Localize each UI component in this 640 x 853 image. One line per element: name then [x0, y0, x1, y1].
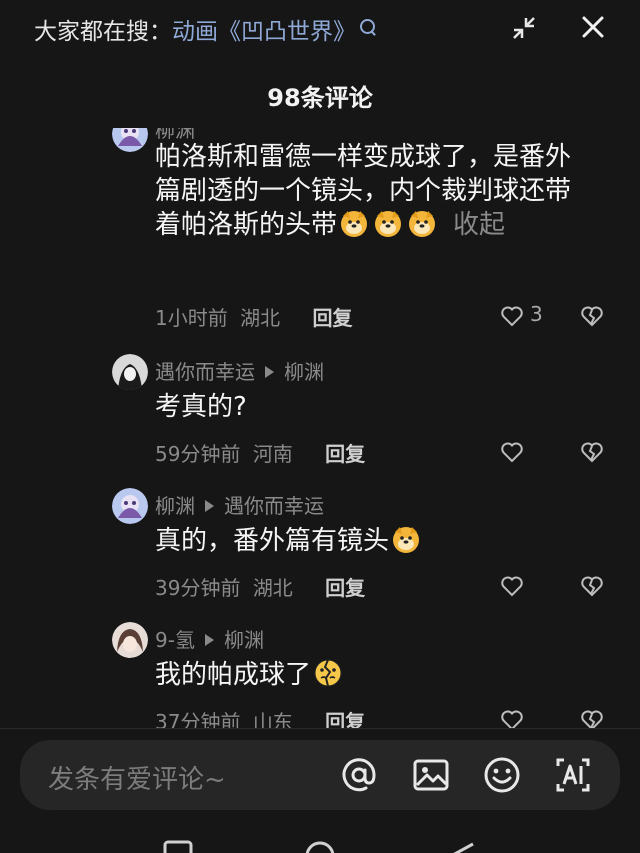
- reply-button[interactable]: 回复: [325, 576, 365, 600]
- comment-text-content: 真的，番外篇有镜头: [155, 526, 390, 556]
- comment-list[interactable]: 柳渊 帕洛斯和雷德一样变成球了，是番外篇剧透的一个镜头，内个裁判球还带着帕洛斯的…: [0, 128, 640, 728]
- composer-divider: [0, 728, 640, 729]
- author-name[interactable]: 9-氢: [155, 628, 195, 652]
- avatar[interactable]: [112, 488, 148, 524]
- comment-text: 帕洛斯和雷德一样变成球了，是番外篇剧透的一个镜头，内个裁判球还带着帕洛斯的头带收…: [155, 140, 595, 242]
- comment-location: 湖北: [252, 576, 293, 600]
- back-icon[interactable]: [447, 830, 477, 853]
- reply-to-name[interactable]: 柳渊: [224, 628, 264, 652]
- comment-author: 9-氢 柳渊: [155, 624, 264, 653]
- search-suggestion-keyword[interactable]: 动画《凹凸世界》: [172, 19, 356, 45]
- doge-emoji: [409, 211, 436, 237]
- doge-emoji: [375, 211, 402, 237]
- search-icon: [360, 19, 375, 34]
- comment-footer: 39分钟前 湖北 回复: [155, 572, 615, 601]
- comment-location: 湖北: [240, 306, 281, 330]
- comment-text: 真的，番外篇有镜头: [155, 524, 595, 558]
- search-suggestion[interactable]: 大家都在搜：动画《凹凸世界》: [34, 12, 375, 46]
- reply-to-name[interactable]: 遇你而幸运: [224, 494, 324, 518]
- broken-heart-icon[interactable]: [580, 304, 604, 328]
- avatar[interactable]: [112, 128, 148, 152]
- comment-location: 山东: [252, 710, 293, 728]
- heart-icon[interactable]: [500, 304, 524, 328]
- broken-heart-icon[interactable]: [580, 708, 604, 728]
- comment-text: 考真的?: [155, 390, 595, 424]
- search-suggestion-prefix: 大家都在搜：: [34, 19, 172, 45]
- broken-heart-icon[interactable]: [580, 574, 604, 598]
- comment-text-content: 我的帕成球了: [155, 660, 312, 690]
- reply-button[interactable]: 回复: [325, 442, 365, 466]
- close-icon[interactable]: [580, 14, 606, 40]
- at-icon[interactable]: [340, 756, 378, 794]
- reply-button[interactable]: 回复: [312, 306, 352, 330]
- comment-time: 1小时前: [155, 306, 228, 330]
- comment-text: 我的帕成球了: [155, 658, 595, 692]
- doge-emoji: [393, 527, 420, 553]
- broken-heart-icon[interactable]: [580, 440, 604, 464]
- comment-count-title: 98条评论: [267, 84, 373, 112]
- image-icon[interactable]: [412, 756, 450, 794]
- heart-icon[interactable]: [500, 708, 524, 728]
- system-nav-bar: [0, 830, 640, 853]
- avatar[interactable]: [112, 622, 148, 658]
- emoji-icon[interactable]: [483, 756, 521, 794]
- cracked-face-emoji: [314, 659, 342, 687]
- author-name[interactable]: 遇你而幸运: [155, 360, 255, 384]
- comment-input-placeholder[interactable]: 发条有爱评论~: [48, 759, 226, 796]
- home-icon[interactable]: [304, 830, 336, 853]
- comment-time: 59分钟前: [155, 442, 241, 466]
- comment-time: 37分钟前: [155, 710, 241, 728]
- collapse-icon[interactable]: [512, 16, 536, 40]
- comment-location: 河南: [252, 442, 293, 466]
- comment-author: 柳渊 遇你而幸运: [155, 490, 324, 519]
- reply-button[interactable]: 回复: [325, 710, 365, 728]
- top-bar: 大家都在搜：动画《凹凸世界》: [0, 0, 640, 56]
- recent-apps-icon[interactable]: [163, 830, 193, 853]
- comment-composer[interactable]: 发条有爱评论~: [20, 740, 620, 810]
- heart-icon[interactable]: [500, 440, 524, 464]
- reply-arrow-icon: [265, 366, 274, 378]
- comment-time: 39分钟前: [155, 576, 241, 600]
- ai-icon[interactable]: [554, 756, 592, 794]
- comment-author: 遇你而幸运 柳渊: [155, 356, 324, 385]
- reply-arrow-icon: [204, 634, 214, 646]
- reply-to-name[interactable]: 柳渊: [284, 360, 324, 384]
- comment-text-content: 考真的?: [155, 392, 247, 422]
- collapse-link[interactable]: 收起: [453, 210, 505, 240]
- comment-footer: 1小时前 湖北 回复: [155, 302, 615, 331]
- comment-footer: 37分钟前 山东 回复: [155, 706, 615, 728]
- author-name[interactable]: 柳渊: [155, 494, 195, 518]
- avatar[interactable]: [112, 354, 148, 390]
- reply-arrow-icon: [205, 500, 214, 512]
- doge-emoji: [341, 211, 368, 237]
- comment-footer: 59分钟前 河南 回复: [155, 438, 615, 467]
- heart-icon[interactable]: [500, 574, 524, 598]
- like-count: 3: [530, 302, 543, 326]
